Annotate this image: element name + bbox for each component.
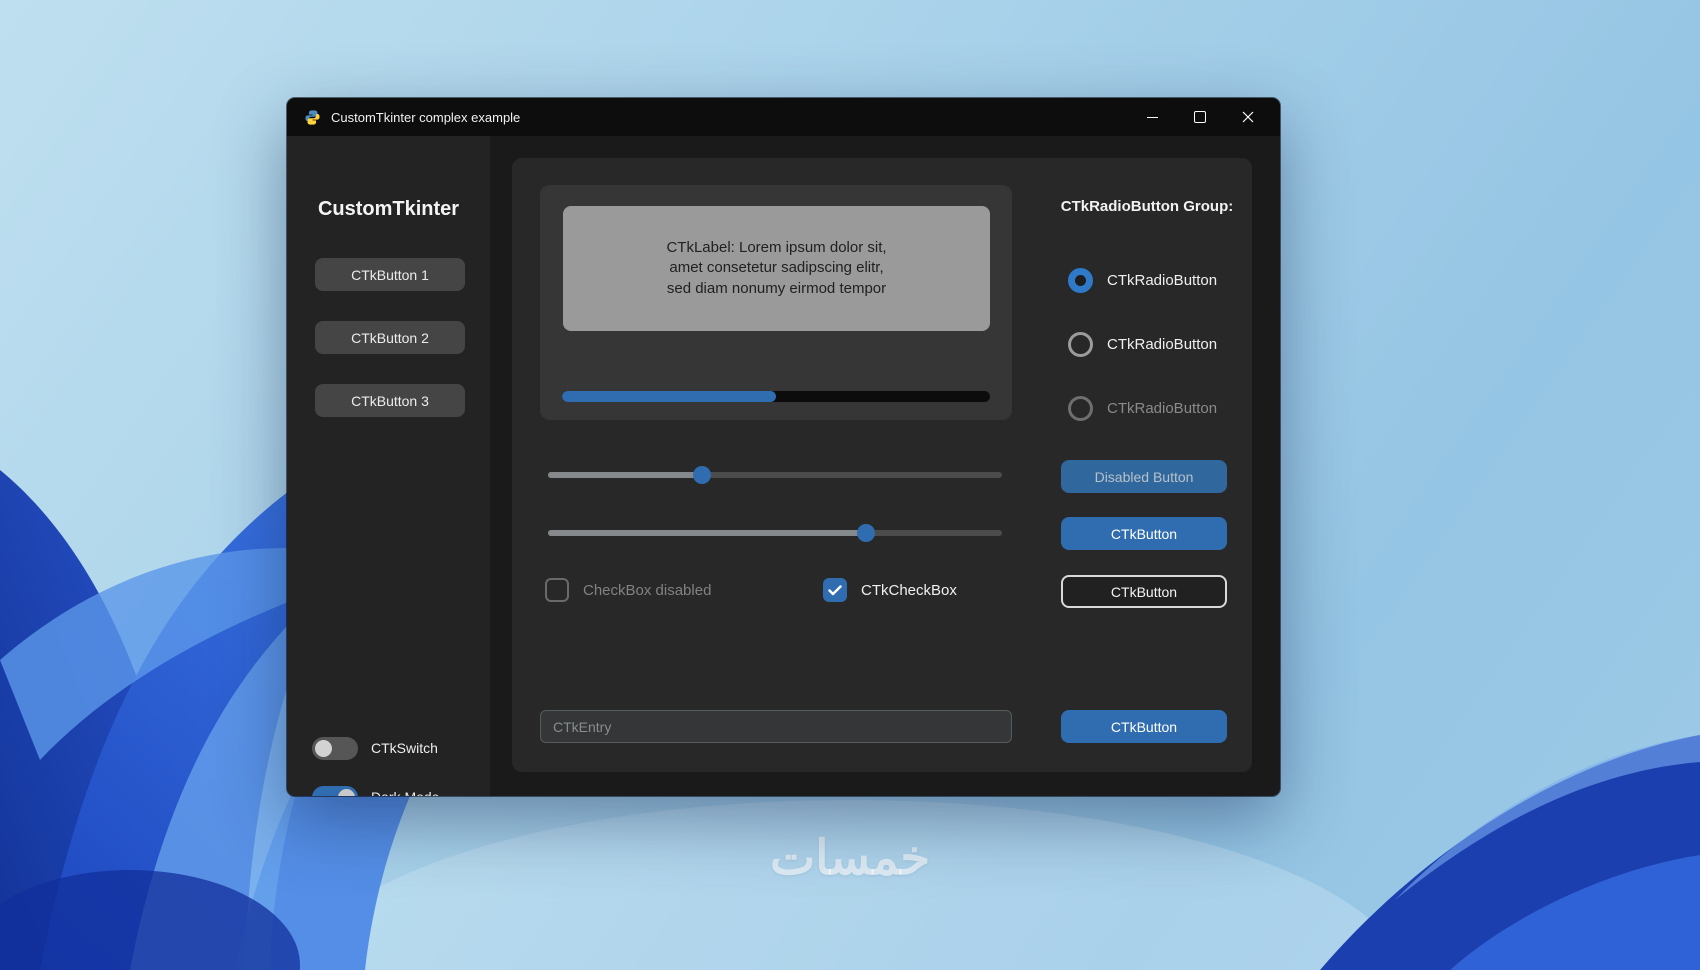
dark-mode-row: Dark Mode [312,785,439,796]
window-title: CustomTkinter complex example [331,109,521,125]
sidebar-button-3[interactable]: CTkButton 3 [315,384,465,417]
maximize-button[interactable] [1176,98,1224,136]
disabled-button: Disabled Button [1061,460,1227,493]
ctkentry-input[interactable] [540,710,1012,743]
close-button[interactable] [1224,98,1272,136]
maximize-icon [1194,111,1206,123]
sidebar-button-1[interactable]: CTkButton 1 [315,258,465,291]
slider-thumb[interactable] [693,466,712,484]
window-controls [1128,98,1272,136]
slider-2[interactable] [548,524,1002,542]
radio-label: CTkRadioButton [1107,271,1218,289]
checkbox-disabled-label: CheckBox disabled [583,581,712,599]
slider-progress [548,530,866,536]
main-frame: CTkLabel: Lorem ipsum dolor sit, amet co… [512,158,1252,772]
radio-label: CTkRadioButton [1107,399,1218,417]
sidebar: CustomTkinter CTkButton 1 CTkButton 2 CT… [287,136,490,796]
ctkcheckbox[interactable] [823,578,847,602]
progressbar-fill [562,391,776,402]
label-progress-frame: CTkLabel: Lorem ipsum dolor sit, amet co… [540,185,1012,420]
slider-thumb[interactable] [856,524,875,542]
radio-disabled-icon [1068,395,1093,421]
switch-knob [338,788,355,796]
sidebar-title: CustomTkinter [317,198,460,220]
radio-row-1[interactable]: CTkRadioButton [1068,267,1217,293]
close-icon [1242,111,1254,123]
dark-mode-toggle[interactable] [312,785,358,796]
radio-unselected-icon[interactable] [1068,331,1093,357]
lorem-label: CTkLabel: Lorem ipsum dolor sit, amet co… [563,206,990,331]
ctkbutton-outlined[interactable]: CTkButton [1061,575,1227,608]
ctkbutton-primary-1[interactable]: CTkButton [1061,517,1227,550]
ctkswitch-row: CTkSwitch [312,736,438,760]
khamsat-watermark: خمسات [769,832,931,885]
minimize-icon [1146,116,1158,118]
sidebar-button-2[interactable]: CTkButton 2 [315,321,465,354]
ctkcheckbox-label: CTkCheckBox [861,581,957,599]
check-icon [828,584,842,595]
switch-knob [315,739,332,757]
ctkcheckbox-row: CTkCheckBox [823,578,957,602]
slider-1[interactable] [548,466,1002,484]
checkbox-disabled [545,578,569,602]
ctkbutton-primary-2[interactable]: CTkButton [1061,710,1227,743]
minimize-button[interactable] [1128,98,1176,136]
radio-selected-icon[interactable] [1068,267,1093,293]
ctkswitch-toggle[interactable] [312,736,358,760]
dark-mode-label: Dark Mode [371,789,439,796]
radio-label: CTkRadioButton [1107,335,1218,353]
radio-row-2[interactable]: CTkRadioButton [1068,331,1217,357]
progressbar [562,391,990,402]
titlebar[interactable]: CustomTkinter complex example [287,98,1280,136]
radio-row-3-disabled: CTkRadioButton [1068,395,1217,421]
radio-group-title: CTkRadioButton Group: [1060,198,1234,215]
python-logo-icon [305,109,320,125]
slider-progress [548,472,703,478]
ctkswitch-label: CTkSwitch [371,740,438,756]
checkbox-disabled-row: CheckBox disabled [545,578,711,602]
customtkinter-window: CustomTkinter complex example CustomTkin… [287,98,1280,796]
